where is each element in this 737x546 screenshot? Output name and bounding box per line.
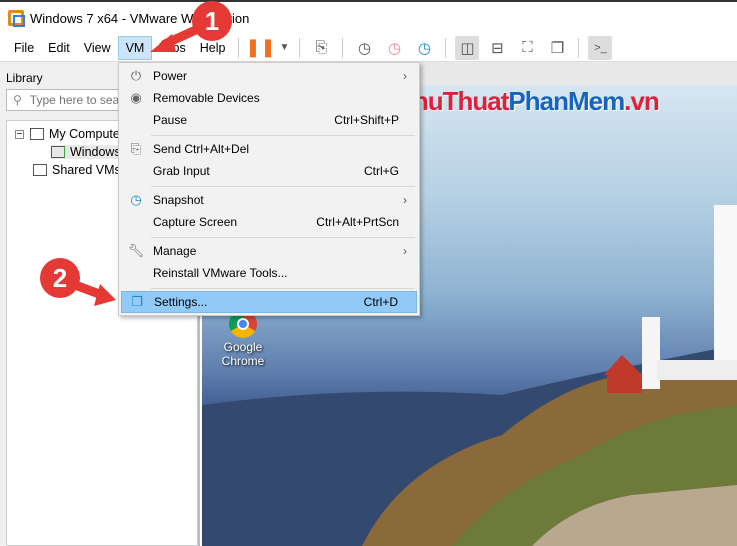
menu-toolbar: File Edit View VM Tabs Help ❚❚ ▼ ⎘ ◷ ◷ ◷… <box>0 34 737 62</box>
menu-item-reinstall-vmware-tools[interactable]: Reinstall VMware Tools... <box>121 262 417 284</box>
fullscreen-icon[interactable]: ⛶ <box>515 36 539 60</box>
menu-item-power[interactable]: ⏻ Power › <box>121 65 417 87</box>
send-keys-icon: ⎘ <box>130 141 142 156</box>
menu-item-grab-input[interactable]: Grab Input Ctrl+G <box>121 160 417 182</box>
console-icon[interactable]: >_ <box>588 35 613 60</box>
menu-item-send-ctrl-alt-del[interactable]: ⎘ Send Ctrl+Alt+Del <box>121 138 417 160</box>
wrench-icon: 🔧︎ <box>127 243 145 258</box>
menu-item-manage[interactable]: 🔧︎ Manage › <box>121 240 417 262</box>
menu-item-label: Send Ctrl+Alt+Del <box>153 142 250 156</box>
menu-item-label: Removable Devices <box>153 91 260 105</box>
menu-vm[interactable]: VM <box>117 35 153 60</box>
title-bar: Windows 7 x64 - VMware Workstation <box>0 0 737 34</box>
menu-separator <box>151 135 415 136</box>
toolbar-divider <box>445 37 447 58</box>
vm-dropdown-menu: ⏻ Power › ◉ Removable Devices Pause Ctrl+Shi… <box>118 62 420 316</box>
menu-item-label: Reinstall VMware Tools... <box>153 266 288 280</box>
tree-label: Shared VMs <box>52 163 121 177</box>
menu-separator <box>151 186 415 187</box>
menu-item-label: Snapshot <box>153 193 204 207</box>
menu-item-snapshot[interactable]: ◷ Snapshot › <box>121 189 417 211</box>
search-icon: ⚲ <box>13 93 22 107</box>
menu-item-shortcut: Ctrl+G <box>363 164 399 178</box>
tree-node-my-computer[interactable]: − My Computer <box>15 127 124 141</box>
power-icon: ⏻ <box>130 68 142 83</box>
snapshot-manager-icon[interactable]: ◷ <box>412 36 436 60</box>
menu-edit[interactable]: Edit <box>41 36 77 60</box>
toolbar-divider <box>578 37 580 58</box>
submenu-arrow-icon: › <box>403 193 407 207</box>
unity-icon[interactable]: ❐ <box>545 36 569 60</box>
tree-node-shared-vms[interactable]: Shared VMs <box>33 163 121 177</box>
vm-running-icon <box>51 146 65 158</box>
thumbnail-view-icon[interactable]: ⊟ <box>485 36 509 60</box>
collapse-icon[interactable]: − <box>15 129 24 139</box>
menu-item-shortcut: Ctrl+D <box>363 295 398 309</box>
toolbar-divider <box>238 37 240 58</box>
menu-file[interactable]: File <box>7 36 41 60</box>
menu-item-label: Power <box>153 69 188 83</box>
menu-separator <box>151 237 415 238</box>
snapshot-revert-icon[interactable]: ◷ <box>382 36 406 60</box>
menu-item-label: Grab Input <box>153 164 210 178</box>
menu-item-removable-devices[interactable]: ◉ Removable Devices <box>121 87 417 109</box>
menu-item-pause[interactable]: Pause Ctrl+Shift+P <box>121 109 417 131</box>
desktop-icon-label: Google Chrome <box>221 340 265 368</box>
submenu-arrow-icon: › <box>403 244 407 258</box>
settings-icon: ❐ <box>131 294 143 309</box>
menu-item-capture-screen[interactable]: Capture Screen Ctrl+Alt+PrtScn <box>121 211 417 233</box>
menu-item-label: Settings... <box>154 295 208 309</box>
menu-view[interactable]: View <box>77 36 118 60</box>
snapshot-icon: ◷ <box>130 192 142 207</box>
send-ctrl-alt-del-icon[interactable]: ⎘ <box>309 36 333 60</box>
menu-help[interactable]: Help <box>193 36 233 60</box>
snapshot-take-icon[interactable]: ◷ <box>352 36 376 60</box>
desktop-icon-google-chrome[interactable]: Google Chrome <box>220 310 266 368</box>
tree-label: My Computer <box>49 127 125 141</box>
disc-icon: ◉ <box>130 90 142 105</box>
menu-item-shortcut: Ctrl+Alt+PrtScn <box>316 215 399 229</box>
menu-separator <box>151 288 415 289</box>
shared-vms-icon <box>33 164 47 176</box>
library-view-icon[interactable]: ◫ <box>455 35 480 60</box>
menu-item-label: Pause <box>153 113 188 127</box>
computer-icon <box>30 128 44 140</box>
dropdown-icon[interactable]: ▼ <box>278 36 290 60</box>
watermark-logo: ThuThuatPhanMem.vn <box>398 86 660 116</box>
toolbar-divider <box>299 37 301 58</box>
toolbar-divider <box>342 37 344 58</box>
menu-tabs[interactable]: Tabs <box>152 36 192 60</box>
menu-item-shortcut: Ctrl+Shift+P <box>334 113 399 127</box>
pause-icon[interactable]: ❚❚ <box>245 36 275 60</box>
vmware-logo-icon <box>8 10 25 27</box>
submenu-arrow-icon: › <box>403 69 407 83</box>
menu-item-label: Capture Screen <box>153 215 238 229</box>
window-title: Windows 7 x64 - VMware Workstation <box>30 10 250 26</box>
menu-item-label: Manage <box>153 244 197 258</box>
menu-item-settings[interactable]: ❐ Settings... Ctrl+D <box>121 291 417 313</box>
